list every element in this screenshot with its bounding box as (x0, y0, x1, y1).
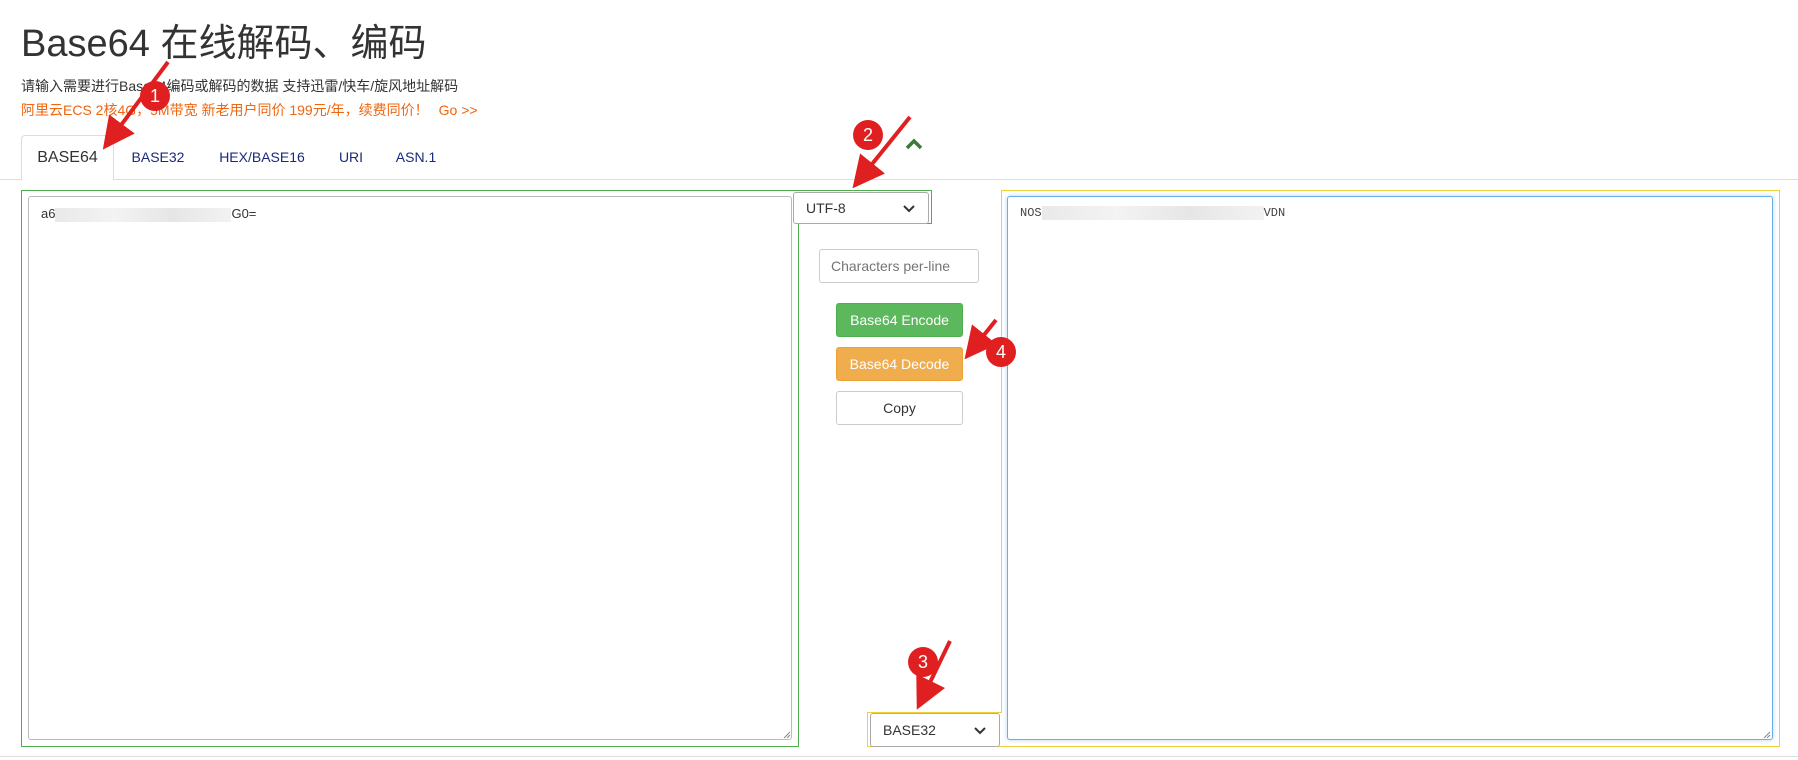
input-textarea[interactable] (28, 196, 792, 740)
tab-uri[interactable]: URI (330, 135, 372, 179)
promo-text: 阿里云ECS 2核4G，5M带宽 新老用户同价 199元/年，续费同价！ (21, 102, 429, 118)
tab-asn1[interactable]: ASN.1 (388, 135, 444, 179)
output-value-end: VDN (1263, 206, 1286, 221)
base64-decode-button[interactable]: Base64 Decode (836, 347, 963, 381)
charset-select[interactable]: UTF-8 (793, 192, 929, 224)
promo-go-link[interactable]: Go >> (439, 102, 478, 118)
page-subtitle: 请输入需要进行Base64编码或解码的数据 支持迅雷/快车/旋风地址解码 (21, 78, 459, 94)
chevron-down-icon (974, 727, 986, 735)
output-format-select[interactable]: BASE32 (870, 713, 1000, 747)
chevron-down-icon (903, 205, 915, 213)
resize-grip-icon[interactable] (781, 729, 791, 739)
annotation-marker-1: 1 (140, 81, 170, 111)
output-textarea[interactable] (1007, 196, 1773, 740)
tab-bar: BASE64 BASE32 HEX/BASE16 URI ASN.1 (0, 135, 1798, 181)
tab-base64[interactable]: BASE64 (21, 135, 114, 181)
tab-base32[interactable]: BASE32 (120, 135, 196, 179)
redacted-content (1041, 206, 1264, 220)
chars-per-line-input[interactable] (819, 249, 979, 283)
charset-value: UTF-8 (806, 200, 846, 216)
promo-banner: 阿里云ECS 2核4G，5M带宽 新老用户同价 199元/年，续费同价！ Go >… (21, 101, 478, 119)
output-text: NOS VDN (1020, 206, 1285, 220)
output-value-start: NOS (1020, 206, 1042, 221)
annotation-marker-3: 3 (908, 647, 938, 677)
page-title: Base64 在线解码、编码 (21, 23, 427, 65)
chevron-up-icon[interactable] (904, 136, 924, 152)
input-text: a6 G0= (41, 206, 256, 222)
redacted-content (55, 207, 232, 222)
bottom-divider (0, 756, 1798, 757)
base64-encode-button[interactable]: Base64 Encode (836, 303, 963, 337)
annotation-marker-4: 4 (986, 337, 1016, 367)
input-value-start: a6 (41, 206, 56, 221)
tab-hex-base16[interactable]: HEX/BASE16 (210, 135, 314, 179)
output-format-value: BASE32 (883, 722, 936, 738)
input-value-end: G0= (231, 206, 257, 221)
resize-grip-icon[interactable] (1761, 729, 1771, 739)
copy-button[interactable]: Copy (836, 391, 963, 425)
annotation-marker-2: 2 (853, 120, 883, 150)
